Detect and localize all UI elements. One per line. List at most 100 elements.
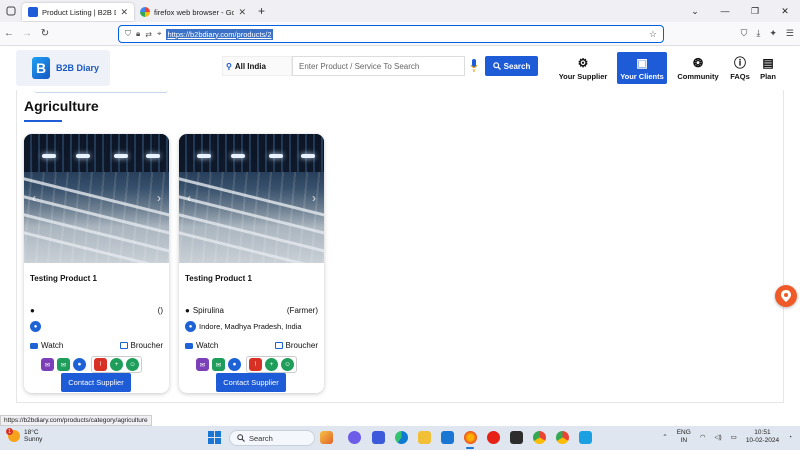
carousel-next-icon[interactable]: ›	[308, 192, 320, 204]
nav-label: Your Supplier	[558, 71, 608, 81]
extensions-icon[interactable]: ✦	[769, 28, 777, 39]
reload-icon[interactable]: ↻	[36, 28, 54, 39]
windows-start-icon[interactable]	[208, 431, 221, 444]
supplier-profile-icon[interactable]: ☺	[281, 358, 294, 371]
lock-icon[interactable]: 🔒︎	[136, 29, 140, 39]
address-bar[interactable]: ⛉ 🔒︎ ⇄ ⌖ https://b2bdiary.com/products/2…	[118, 25, 664, 43]
show-hidden-icons-chevron-icon[interactable]: ⌃	[662, 433, 667, 441]
previous-section-card-edge	[34, 90, 168, 93]
location-permission-icon[interactable]: ⌖	[157, 29, 162, 39]
language-indicator[interactable]: ENG IN	[677, 429, 691, 445]
minimize-window-button[interactable]: —	[710, 0, 740, 22]
carousel-prev-icon[interactable]: ‹	[28, 192, 40, 204]
mail-icon[interactable]: ✉	[57, 358, 70, 371]
tab-overflow-chevron-icon[interactable]: ⌄	[680, 0, 710, 22]
menu-hamburger-icon[interactable]: ☰	[786, 28, 794, 39]
nav-faqs[interactable]: ⓘ FAQs	[728, 52, 752, 84]
close-tab-icon[interactable]: ✕	[120, 7, 128, 18]
chrome-profile-icon[interactable]	[556, 431, 569, 444]
broucher-label: Broucher	[285, 341, 318, 350]
shield-icon[interactable]: ⛉	[125, 29, 131, 39]
add-user-icon[interactable]: +	[110, 358, 123, 371]
nav-your-clients[interactable]: ▣ Your Clients	[617, 52, 667, 84]
watch-label: Watch	[41, 341, 64, 350]
action-icons-row: ✉ ✉ ● ! + ☺	[196, 356, 297, 373]
product-name[interactable]: Testing Product 1	[30, 274, 97, 283]
product-image[interactable]: ‹ ›	[179, 134, 324, 263]
location-text: Indore, Madhya Pradesh, India	[199, 322, 302, 331]
notifications-bell-icon[interactable]: ◔	[788, 434, 792, 441]
carousel-prev-icon[interactable]: ‹	[183, 192, 195, 204]
chat-icon[interactable]: ✉	[196, 358, 209, 371]
wifi-icon[interactable]: ◠	[700, 433, 706, 441]
sunny-weather-icon: 1	[6, 428, 20, 442]
question-icon: ⓘ	[733, 55, 746, 70]
tab-product-listing[interactable]: Product Listing | B2B Diary ✕	[22, 3, 134, 21]
chrome-icon[interactable]	[533, 431, 546, 444]
firefox-taskbar-icon[interactable]	[464, 431, 477, 444]
restore-window-button[interactable]: ❐	[740, 0, 770, 22]
forward-arrow-icon[interactable]: →	[18, 28, 36, 39]
pocket-icon[interactable]: ⛉	[741, 28, 748, 39]
product-name[interactable]: Testing Product 1	[185, 274, 252, 283]
report-icon[interactable]: !	[94, 358, 107, 371]
weather-widget[interactable]: 1 18°C Sunny	[6, 428, 42, 443]
location-icon[interactable]: ●	[73, 358, 86, 371]
battery-icon[interactable]: ▭	[731, 433, 737, 441]
chat-icon[interactable]: ✉	[41, 358, 54, 371]
edge-browser-icon[interactable]	[395, 431, 408, 444]
b2b-diary-favicon-icon	[28, 7, 38, 17]
broucher-link[interactable]: Broucher	[119, 341, 163, 350]
teams-chat-icon[interactable]	[348, 431, 361, 444]
watch-link[interactable]: Watch	[185, 341, 218, 350]
new-tab-button[interactable]: +	[258, 4, 265, 18]
add-user-icon[interactable]: +	[265, 358, 278, 371]
widgets-app-icon[interactable]	[320, 431, 333, 444]
product-card[interactable]: ‹ › Testing Product 1 ● () ● Watch Brouc…	[24, 134, 169, 393]
skype-icon[interactable]	[579, 431, 592, 444]
contact-supplier-button[interactable]: Contact Supplier	[61, 373, 131, 392]
clock[interactable]: 10:51 10-02-2024	[746, 429, 779, 445]
notification-badge: 1	[6, 428, 13, 435]
site-logo[interactable]: B B2B Diary	[16, 50, 110, 86]
product-image[interactable]: ‹ ›	[24, 134, 169, 263]
location-icon[interactable]: ●	[228, 358, 241, 371]
bookmark-star-icon[interactable]: ☆	[649, 29, 657, 40]
search-input[interactable]: Enter Product / Service To Search	[292, 56, 465, 76]
file-explorer-icon[interactable]	[418, 431, 431, 444]
nav-your-supplier[interactable]: ⚙︎ Your Supplier	[556, 52, 610, 84]
report-icon[interactable]: !	[249, 358, 262, 371]
media-links-row: Watch Broucher	[185, 341, 318, 350]
location-selector[interactable]: ⚲ All India	[222, 56, 292, 76]
media-app-icon[interactable]	[510, 431, 523, 444]
supplier-profile-icon[interactable]: ☺	[126, 358, 139, 371]
floating-location-button[interactable]	[775, 285, 797, 307]
search-button[interactable]: Search	[485, 56, 538, 76]
taskbar-search-box[interactable]: Search	[229, 430, 315, 446]
visual-studio-icon[interactable]	[372, 431, 385, 444]
opera-icon[interactable]	[487, 431, 500, 444]
windows-taskbar: 1 18°C Sunny Search ⌃ ENG IN ◠ ◁) ▭ 10:5…	[0, 426, 800, 450]
tab-google-search[interactable]: firefox web browser - Google S ✕	[134, 3, 252, 21]
nav-plan[interactable]: ▤ Plan	[757, 52, 779, 84]
list-all-tabs-button[interactable]	[0, 0, 22, 22]
product-card[interactable]: ‹ › Testing Product 1 ● Spirulina (Farme…	[179, 134, 324, 393]
location-label: All India	[234, 61, 266, 71]
permissions-icon[interactable]: ⇄	[145, 30, 152, 39]
volume-icon[interactable]: ◁)	[714, 433, 721, 441]
microphone-icon[interactable]	[468, 57, 480, 75]
back-arrow-icon[interactable]: ←	[0, 28, 18, 39]
watch-link[interactable]: Watch	[30, 341, 63, 350]
toolbar-right-icons: ⛉ ⤓ ✦ ☰	[741, 28, 794, 39]
mail-icon[interactable]: ✉	[212, 358, 225, 371]
close-window-button[interactable]: ✕	[770, 0, 800, 22]
url-text[interactable]: https://b2bdiary.com/products/2	[166, 28, 273, 40]
contact-supplier-button[interactable]: Contact Supplier	[216, 373, 286, 392]
carousel-next-icon[interactable]: ›	[153, 192, 165, 204]
close-tab-icon[interactable]: ✕	[238, 7, 246, 18]
downloads-icon[interactable]: ⤓	[756, 28, 760, 39]
tab-title: Product Listing | B2B Diary	[42, 7, 116, 17]
broucher-link[interactable]: Broucher	[274, 341, 318, 350]
mail-app-icon[interactable]	[441, 431, 454, 444]
nav-community[interactable]: ❂ Community	[674, 52, 722, 84]
